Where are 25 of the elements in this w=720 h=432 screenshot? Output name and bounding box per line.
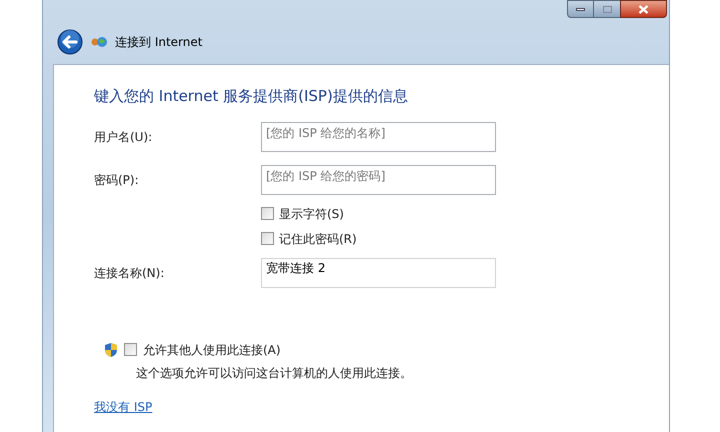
close-icon: [638, 4, 649, 14]
no-isp-link[interactable]: 我没有 ISP: [94, 398, 152, 416]
network-globe-icon: [91, 35, 107, 49]
close-button[interactable]: [620, 0, 667, 18]
minimize-icon: [576, 8, 585, 10]
field-label: 用户名(U):: [94, 128, 154, 146]
input-field[interactable]: 宽带连接 2: [261, 258, 496, 288]
checkbox-label: 记住此密码(R): [279, 230, 357, 248]
checkbox[interactable]: [261, 207, 274, 220]
checkbox-label: 允许其他人使用此连接(A): [143, 342, 281, 358]
input-field[interactable]: [您的 ISP 给您的密码]: [261, 164, 496, 194]
option-description: 这个选项允许可以访问这台计算机的人使用此连接。: [136, 364, 413, 382]
back-button[interactable]: [57, 29, 83, 55]
page-heading: 键入您的 Internet 服务提供商(ISP)提供的信息: [94, 86, 409, 107]
maximize-icon: [602, 6, 612, 12]
checkbox[interactable]: [124, 343, 137, 356]
field-label: 连接名称(N):: [94, 264, 166, 282]
minimize-button[interactable]: [567, 0, 594, 18]
field-label: 密码(P):: [94, 172, 140, 188]
input-field[interactable]: [您的 ISP 给您的名称]: [261, 122, 496, 152]
checkbox-label: 显示字符(S): [279, 206, 344, 222]
checkbox[interactable]: [261, 232, 274, 245]
shield-icon: [104, 342, 118, 358]
window-title: 连接到 Internet: [115, 34, 202, 51]
maximize-button[interactable]: [594, 0, 620, 18]
